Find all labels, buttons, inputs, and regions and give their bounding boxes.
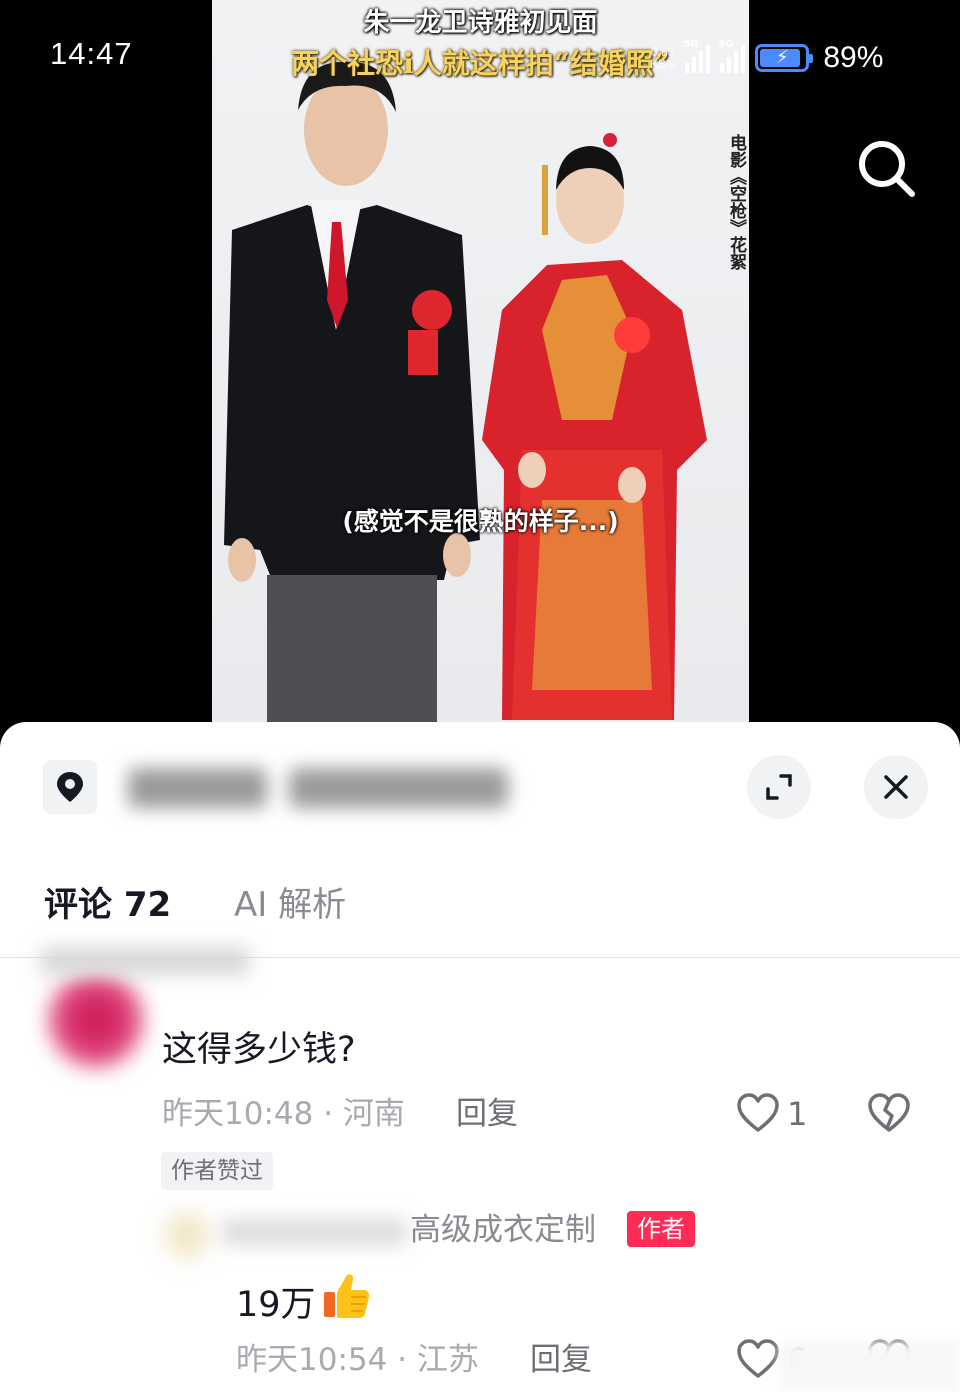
close-button[interactable] [864,755,928,819]
heart-outline-icon[interactable] [735,1092,781,1134]
search-icon [859,141,915,197]
video-player[interactable]: 朱一龙卫诗雅初见面 两个社恐i人就这样拍“结婚照” 电影《空枪》花絮 (感觉不是… [0,0,960,740]
reply-meta: 昨天10:54 · 江苏 [236,1342,479,1378]
wedding-photo [224,61,707,740]
reply-button[interactable]: 回复 [456,1094,518,1134]
author-liked-badge: 作者赞过 [161,1152,273,1190]
tab-ai-analysis[interactable]: AI 解析 [234,882,346,928]
reply-reply-button[interactable]: 回复 [530,1340,592,1380]
like-count: 1 [787,1095,808,1133]
battery-icon: ⚡ [755,44,814,72]
comment-text: 这得多少钱? [162,1030,356,1070]
video-side-caption: 电影《空枪》花絮 [726,134,746,270]
avatar[interactable] [48,972,144,1068]
reply-text-row: 19万 [236,1270,372,1327]
charging-bolt-icon: ⚡ [776,47,789,68]
location-text-blurred[interactable] [128,762,508,814]
close-icon [884,775,908,799]
signal-icon-2: 5G [718,39,746,73]
signal-tag-2: 5G [718,39,734,50]
expand-button[interactable] [747,755,811,819]
video-title-line1: 朱一龙卫诗雅初见面 [363,8,598,38]
comment-sheet: 评论 72 AI 解析 这得多少钱? 昨天10:48 · 河南 回复 1 作者赞… [0,722,960,1392]
comment-meta: 昨天10:48 · 河南 [162,1096,405,1132]
location-pin-icon [57,772,83,802]
reply-text: 19万 [236,1285,316,1325]
network-speed: 0.85 KB/s [650,46,675,70]
network-speed-unit: KB/s [650,57,676,71]
video-subtitle: (感觉不是很熟的样子...) [342,507,619,536]
watermark-blur [780,1342,960,1392]
reply-avatar[interactable] [162,1210,212,1260]
status-bar-indicators: 0.85 KB/s 5G 5G ⚡ 89% [650,38,883,78]
broken-heart-icon[interactable] [866,1092,912,1134]
search-button[interactable] [852,136,922,206]
status-time: 14:47 [50,36,133,71]
reply-username[interactable]: 高级成衣定制 [410,1210,596,1250]
tab-comments[interactable]: 评论 72 [44,882,171,928]
username-blurred[interactable] [40,947,250,975]
signal-tag: 5G [683,39,699,50]
expand-icon [766,774,792,800]
heart-outline-icon[interactable] [735,1338,781,1380]
thumbs-up-icon [323,1274,369,1318]
author-badge: 作者 [627,1211,695,1247]
reply-username-blurred[interactable] [222,1218,407,1246]
location-button[interactable] [43,760,97,814]
video-frame[interactable]: 朱一龙卫诗雅初见面 两个社恐i人就这样拍“结婚照” 电影《空枪》花絮 (感觉不是… [212,0,749,740]
battery-percent: 89% [823,41,884,74]
signal-icon: 5G [683,39,711,73]
